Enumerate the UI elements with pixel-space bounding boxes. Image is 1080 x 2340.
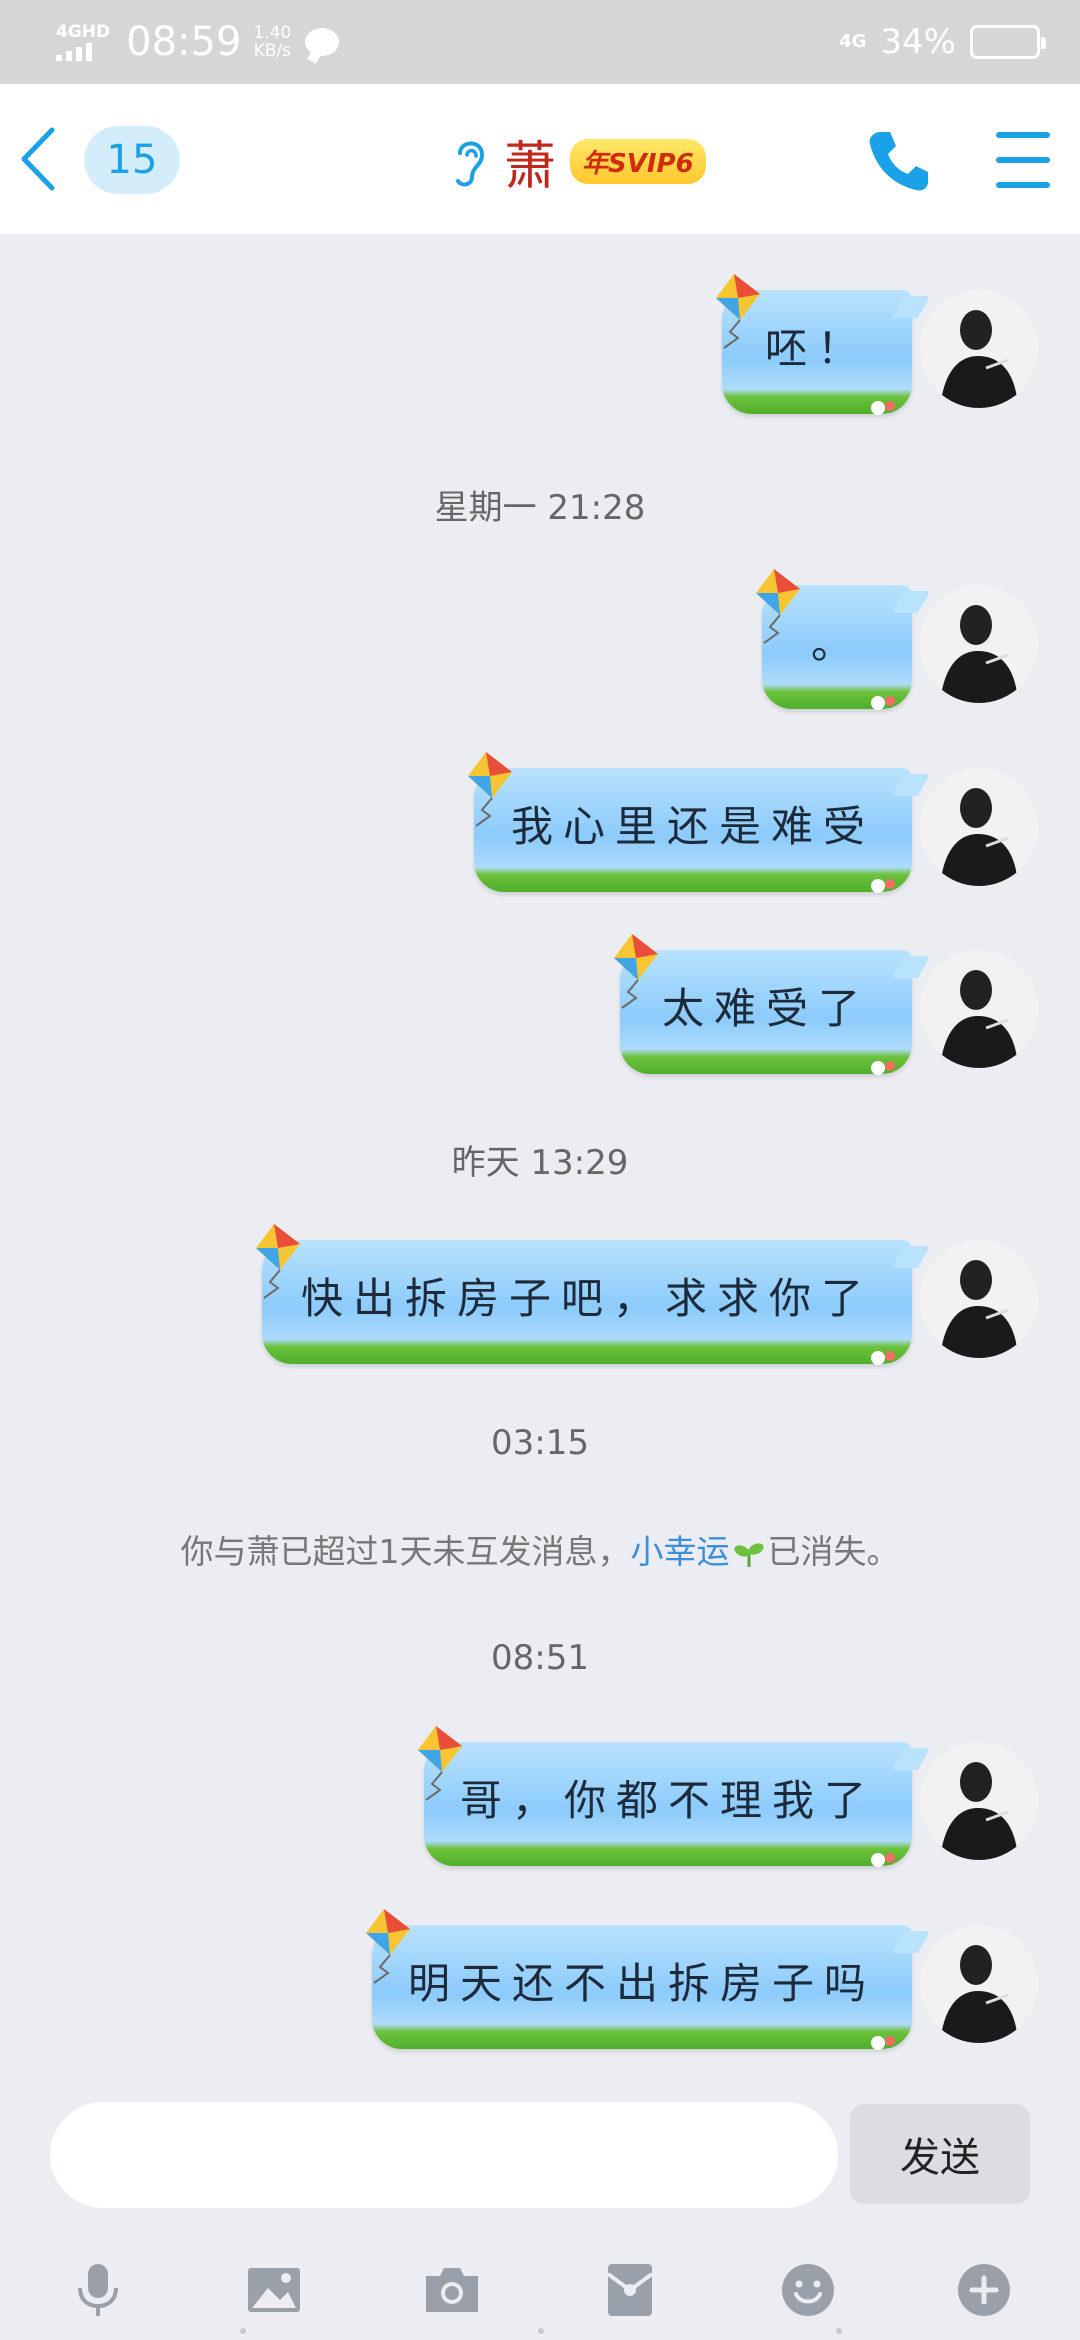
chat-header: 15 萧 年SVIP6 bbox=[0, 84, 1080, 234]
message-text: 明天还不出拆房子吗 bbox=[408, 1958, 877, 2008]
menu-icon[interactable] bbox=[996, 132, 1050, 188]
bubble-corner-decoration-icon bbox=[871, 2036, 895, 2050]
message-bubble[interactable]: 快出拆房子吧，求求你了 bbox=[256, 1224, 912, 1365]
message-input[interactable] bbox=[50, 2102, 838, 2208]
timestamp: 03:15 bbox=[491, 1423, 589, 1463]
kite-decoration-icon bbox=[756, 569, 800, 644]
message-row: 哥，你都不理我了 bbox=[0, 1726, 1080, 1872]
message-row: 我心里还是难受 bbox=[0, 752, 1080, 898]
battery-percent: 34% bbox=[880, 22, 956, 62]
message-row: 。 bbox=[0, 569, 1080, 715]
back-arrow-icon[interactable] bbox=[14, 124, 64, 194]
network-speed: 1.40 KB/s bbox=[253, 24, 291, 60]
page-indicator-dot bbox=[240, 2328, 246, 2334]
kite-decoration-icon bbox=[614, 934, 658, 1009]
contact-title[interactable]: 萧 年SVIP6 bbox=[450, 126, 706, 197]
user-avatar[interactable] bbox=[920, 290, 1038, 408]
plus-icon[interactable] bbox=[954, 2260, 1014, 2320]
lucky-link[interactable]: 小幸运 bbox=[631, 1532, 730, 1571]
timestamp: 08:51 bbox=[491, 1638, 589, 1678]
bubble-corner-decoration-icon bbox=[871, 401, 895, 415]
microphone-icon[interactable] bbox=[68, 2260, 128, 2320]
page-indicator-dot bbox=[836, 2328, 842, 2334]
user-avatar[interactable] bbox=[920, 768, 1038, 886]
kite-decoration-icon bbox=[366, 1909, 410, 1984]
signal-indicator: 4GHD bbox=[56, 23, 110, 61]
message-notification-icon bbox=[305, 28, 340, 56]
network-type: 4GHD bbox=[56, 22, 111, 42]
timestamp: 星期一 21:28 bbox=[434, 488, 646, 528]
vip-badge: 年SVIP6 bbox=[570, 138, 706, 184]
kite-decoration-icon bbox=[716, 274, 760, 349]
user-avatar[interactable] bbox=[920, 950, 1038, 1068]
sprout-icon bbox=[733, 1542, 764, 1567]
kite-decoration-icon bbox=[256, 1224, 300, 1299]
message-bubble[interactable]: 呸！ bbox=[716, 274, 912, 415]
user-avatar[interactable] bbox=[920, 585, 1038, 703]
phone-call-icon[interactable] bbox=[866, 128, 932, 194]
timestamp: 昨天 13:29 bbox=[451, 1143, 629, 1183]
speed-value: 1.40 bbox=[253, 23, 292, 43]
battery-icon bbox=[970, 25, 1046, 59]
message-row: 呸！ bbox=[0, 274, 1080, 420]
contact-name: 萧 bbox=[504, 136, 557, 197]
kite-decoration-icon bbox=[468, 752, 512, 827]
input-toolbar bbox=[0, 2240, 1080, 2340]
earpiece-mode-icon[interactable] bbox=[450, 133, 490, 189]
message-bubble[interactable]: 我心里还是难受 bbox=[468, 752, 912, 893]
clock: 08:59 bbox=[126, 19, 242, 65]
status-bar: 4GHD 08:59 1.40 KB/s 4G 34% bbox=[0, 0, 1080, 84]
bubble-corner-decoration-icon bbox=[871, 1853, 895, 1867]
unread-count-badge[interactable]: 15 bbox=[84, 126, 180, 194]
kite-decoration-icon bbox=[418, 1726, 462, 1801]
network-type-right: 4G bbox=[839, 31, 867, 52]
emoji-icon[interactable] bbox=[778, 2260, 838, 2320]
message-text: 哥，你都不理我了 bbox=[460, 1775, 877, 1825]
page-indicator-dot bbox=[538, 2328, 544, 2334]
send-button[interactable]: 发送 bbox=[850, 2104, 1030, 2204]
red-packet-icon[interactable] bbox=[600, 2260, 660, 2320]
message-text: 我心里还是难受 bbox=[511, 801, 876, 851]
bubble-corner-decoration-icon bbox=[871, 696, 895, 710]
user-avatar[interactable] bbox=[920, 1925, 1038, 2043]
system-notice-text: 你与萧已超过1天未互发消息， bbox=[180, 1532, 631, 1571]
message-text: 太难受了 bbox=[662, 983, 871, 1033]
user-avatar[interactable] bbox=[920, 1742, 1038, 1860]
input-area: 发送 bbox=[0, 2080, 1080, 2340]
message-bubble[interactable]: 太难受了 bbox=[614, 934, 912, 1075]
speed-unit: KB/s bbox=[253, 41, 292, 61]
bubble-corner-decoration-icon bbox=[871, 879, 895, 893]
message-text: 快出拆房子吧，求求你了 bbox=[301, 1273, 874, 1323]
system-notice: 你与萧已超过1天未互发消息，小幸运 已消失。 bbox=[0, 1525, 1080, 1573]
camera-icon[interactable] bbox=[422, 2260, 482, 2320]
message-row: 太难受了 bbox=[0, 934, 1080, 1080]
bubble-corner-decoration-icon bbox=[871, 1351, 895, 1365]
message-bubble[interactable]: 明天还不出拆房子吗 bbox=[366, 1909, 912, 2050]
bubble-corner-decoration-icon bbox=[871, 1061, 895, 1075]
signal-icon bbox=[56, 43, 110, 61]
message-row: 明天还不出拆房子吗 bbox=[0, 1909, 1080, 2055]
message-text: 呸！ bbox=[765, 323, 870, 373]
system-notice-suffix: 已消失。 bbox=[767, 1532, 900, 1571]
image-icon[interactable] bbox=[244, 2260, 304, 2320]
message-text: 。 bbox=[810, 618, 863, 668]
message-bubble[interactable]: 哥，你都不理我了 bbox=[418, 1726, 912, 1867]
message-row: 快出拆房子吧，求求你了 bbox=[0, 1224, 1080, 1370]
message-bubble[interactable]: 。 bbox=[756, 569, 912, 710]
user-avatar[interactable] bbox=[920, 1240, 1038, 1358]
